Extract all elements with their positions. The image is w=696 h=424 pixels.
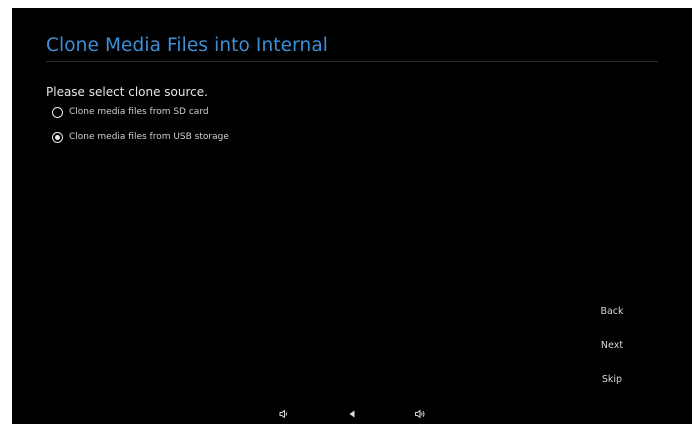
next-button[interactable]: Next	[592, 340, 632, 351]
option-usb-storage-label: Clone media files from USB storage	[69, 132, 229, 142]
setup-screen: Clone Media Files into Internal Please s…	[12, 8, 692, 424]
back-nav-icon[interactable]	[346, 408, 358, 420]
option-usb-storage[interactable]: Clone media files from USB storage	[52, 130, 229, 144]
volume-down-icon[interactable]	[278, 408, 290, 420]
volume-up-icon[interactable]	[414, 408, 426, 420]
skip-button[interactable]: Skip	[592, 374, 632, 385]
option-sd-card-label: Clone media files from SD card	[69, 107, 209, 117]
radio-sd-card[interactable]	[52, 106, 63, 118]
back-button[interactable]: Back	[592, 306, 632, 317]
clone-source-prompt: Please select clone source.	[46, 85, 208, 99]
radio-usb-storage[interactable]	[52, 131, 63, 143]
title-divider	[46, 61, 658, 62]
option-sd-card[interactable]: Clone media files from SD card	[52, 105, 209, 119]
page-title: Clone Media Files into Internal	[46, 35, 328, 56]
